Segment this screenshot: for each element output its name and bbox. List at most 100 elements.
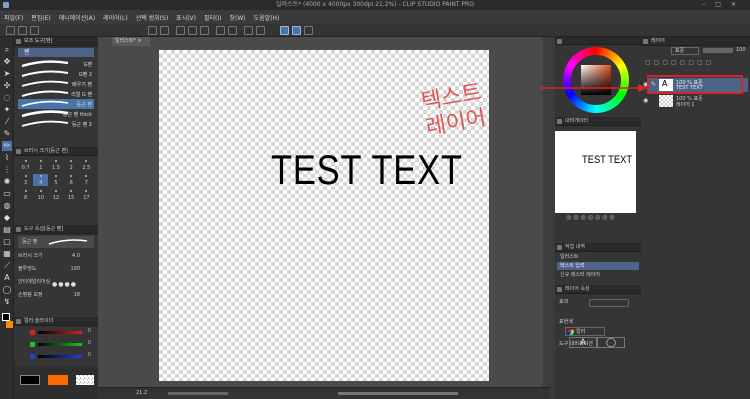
ruler-tool-icon[interactable]: ⟋ [2, 261, 12, 271]
brush-item[interactable]: 리얼 G 펜 [18, 89, 94, 99]
antialias-row[interactable]: 안티에일리어싱 ●●●● [18, 276, 94, 288]
size-option[interactable]: 12 [48, 189, 63, 201]
pencil-icon[interactable]: ✏ [2, 141, 12, 151]
opacity-value[interactable]: 100 [70, 263, 80, 275]
selection-icon[interactable]: ◌ [2, 93, 12, 103]
size-option[interactable]: 1 [33, 159, 48, 171]
save-icon[interactable] [30, 26, 39, 35]
menu-edit[interactable]: 편집(E) [31, 13, 51, 22]
eyedropper-icon[interactable]: ⁄ [2, 117, 12, 127]
tool-property-tab[interactable]: 둥근 펜 [18, 236, 94, 248]
transparent-swatch[interactable] [76, 375, 94, 385]
figure-icon[interactable]: ▢ [2, 237, 12, 247]
menu-file[interactable]: 파일(F) [4, 13, 23, 22]
new-icon[interactable] [6, 26, 15, 35]
stabilization-value[interactable]: 18 [74, 289, 80, 301]
menu-window[interactable]: 창(W) [230, 13, 246, 22]
decoration-icon[interactable]: ✺ [2, 177, 12, 187]
balloon-button[interactable]: ◯ [597, 337, 625, 348]
frame-icon[interactable]: ▦ [2, 249, 12, 259]
layer-row[interactable]: ◉ 100 % 표준 레이어 1 [643, 94, 748, 108]
size-option[interactable]: 3 [18, 174, 33, 186]
brush-size-value[interactable]: 4.0 [72, 250, 80, 262]
deselect-icon[interactable] [216, 26, 225, 35]
blue-track[interactable] [38, 355, 82, 358]
invert-selection-icon[interactable] [228, 26, 237, 35]
brush-item[interactable]: 둥근 펜 thick [18, 109, 94, 119]
menu-view[interactable]: 표시(V) [176, 13, 196, 22]
menu-animation[interactable]: 애니메이션(A) [59, 13, 95, 22]
move-layer-icon[interactable]: ✣ [2, 81, 12, 91]
undo-icon[interactable] [148, 26, 157, 35]
opacity-slider[interactable] [703, 48, 733, 53]
color-dropdown[interactable]: 컬러 [565, 327, 605, 336]
size-option[interactable]: 7 [79, 174, 94, 186]
document-tab[interactable]: 일러스트* ✕ [112, 37, 150, 46]
ruler-icon[interactable] [256, 26, 265, 35]
menu-help[interactable]: 도움말(H) [254, 13, 280, 22]
orange-swatch[interactable] [48, 375, 68, 385]
navigator-controls[interactable]: ◎◎◎◎◎◎◎ [566, 214, 636, 222]
size-option-selected[interactable]: 4 [33, 174, 49, 186]
size-option[interactable]: 6 [64, 174, 79, 186]
visibility-eye-icon[interactable]: ◉ [643, 97, 648, 104]
brush-item[interactable]: G펜 [18, 59, 94, 69]
redo-icon[interactable] [160, 26, 169, 35]
main-color-swatch[interactable] [2, 313, 10, 321]
zoom-value[interactable]: 21.2 [136, 390, 147, 396]
size-option[interactable]: 15 [64, 189, 79, 201]
history-item[interactable]: 일러스트 [557, 253, 639, 261]
size-option[interactable]: 1.5 [48, 159, 63, 171]
size-option[interactable]: 5 [48, 174, 63, 186]
stabilization-row[interactable]: 손떨림 보정 18 [18, 289, 94, 301]
brush-item[interactable]: 배우기 펜 [18, 79, 94, 89]
history-item[interactable]: 신규 래스터 레이어 [557, 271, 639, 279]
transform-icon[interactable] [200, 26, 209, 35]
brush-item-selected[interactable]: 둥근 펜 [18, 99, 94, 109]
balloon-icon[interactable]: ◯ [2, 285, 12, 295]
red-track[interactable] [38, 331, 82, 334]
clear-icon[interactable] [176, 26, 185, 35]
brush-icon[interactable]: ⌇ [2, 153, 12, 163]
text-tool-button[interactable]: A [569, 337, 597, 348]
open-icon[interactable] [18, 26, 27, 35]
size-option[interactable]: 17 [79, 189, 94, 201]
snap-ruler-icon[interactable] [280, 26, 289, 35]
move-icon[interactable]: ✥ [2, 57, 12, 67]
horizontal-scrollbar[interactable] [338, 392, 458, 395]
layer-toolbar[interactable]: ▢▢▢▢▢▢▢▢ [645, 59, 745, 69]
navigator-thumbnail[interactable] [555, 131, 636, 213]
size-option[interactable]: 2 [64, 159, 79, 171]
menu-filter[interactable]: 필터(I) [204, 13, 222, 22]
slider-red[interactable]: 0 [18, 327, 94, 338]
effect-buttons[interactable] [589, 299, 629, 307]
fill-tool-icon[interactable]: ◆ [2, 213, 12, 223]
slider-green[interactable]: 0 [18, 339, 94, 350]
snap-icon[interactable] [244, 26, 253, 35]
blend-mode-dropdown[interactable]: 표준 [671, 47, 699, 55]
size-option[interactable]: 10 [33, 189, 48, 201]
brush-item[interactable]: 둥근 펜 2 [18, 119, 94, 129]
snap-grid-icon[interactable] [304, 26, 313, 35]
green-track[interactable] [38, 343, 82, 346]
brush-item[interactable]: G펜 2 [18, 69, 94, 79]
window-controls[interactable]: –□✕ [702, 0, 746, 10]
zoom-slider[interactable] [168, 392, 228, 395]
sub-tool-group[interactable]: 펜 [18, 48, 94, 57]
sub-color-swatch[interactable] [6, 321, 13, 328]
menu-layer[interactable]: 레이어(L) [103, 13, 128, 22]
black-swatch[interactable] [20, 375, 40, 385]
fill-icon[interactable] [188, 26, 197, 35]
size-option[interactable]: 2.5 [79, 159, 94, 171]
slider-blue[interactable]: 0 [18, 351, 94, 362]
airbrush-icon[interactable]: ⋮ [2, 165, 12, 175]
operation-icon[interactable]: ➤ [2, 69, 12, 79]
eraser-icon[interactable]: ▭ [2, 189, 12, 199]
correct-line-icon[interactable]: ↯ [2, 297, 12, 307]
opacity-row[interactable]: 불투명도 100 [18, 263, 94, 275]
text-tool-icon[interactable]: A [2, 273, 12, 283]
gradient-icon[interactable]: ▤ [2, 225, 12, 235]
blend-icon[interactable]: ◍ [2, 201, 12, 211]
menu-selection[interactable]: 선택 범위(S) [136, 13, 168, 22]
size-option[interactable]: 8 [18, 189, 33, 201]
